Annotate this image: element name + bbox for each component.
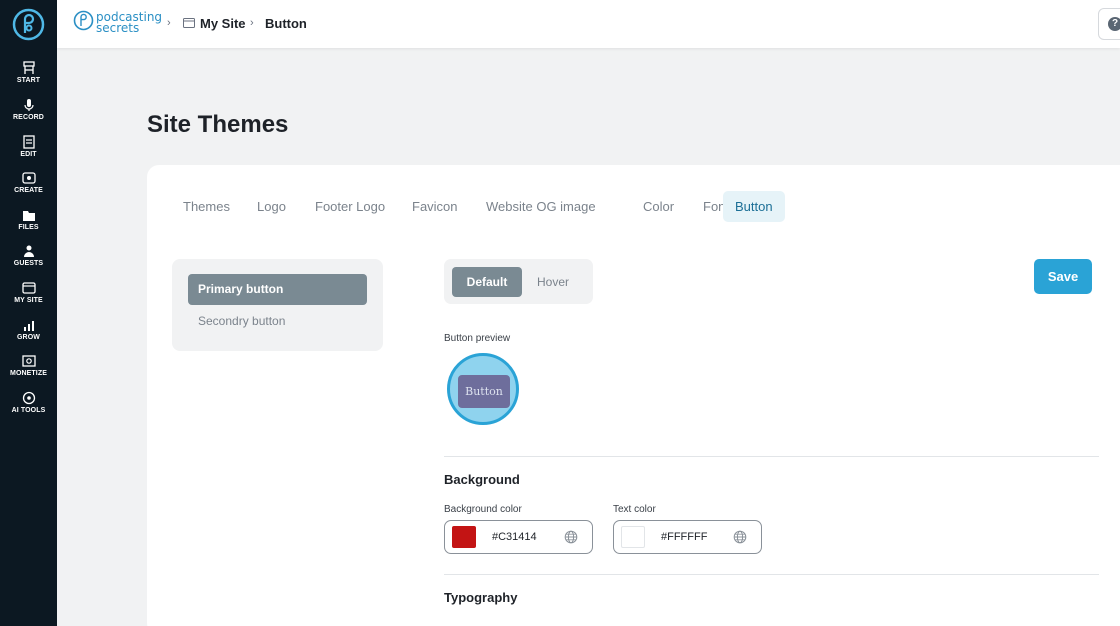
background-color-field[interactable]: #C31414 xyxy=(444,520,593,554)
text-color-swatch[interactable] xyxy=(621,526,645,548)
tab-themes[interactable]: Themes xyxy=(171,191,242,222)
divider xyxy=(444,574,1099,575)
nav-create[interactable]: CREATE xyxy=(0,171,57,194)
breadcrumb-my-site[interactable]: My Site xyxy=(200,16,246,31)
text-color-label: Text color xyxy=(613,504,656,515)
tab-logo[interactable]: Logo xyxy=(245,191,298,222)
secondary-button-option[interactable]: Secondry button xyxy=(188,306,367,337)
help-icon: ? xyxy=(1108,17,1120,31)
tab-button[interactable]: Button xyxy=(723,191,785,222)
nav-monetize[interactable]: MONETIZE xyxy=(0,354,57,377)
primary-button-option[interactable]: Primary button xyxy=(188,274,367,305)
folder-icon xyxy=(183,18,195,28)
microphone-icon xyxy=(23,99,34,111)
tab-color[interactable]: Color xyxy=(631,191,686,222)
create-icon xyxy=(21,172,36,184)
nav-ai-tools[interactable]: AI TOOLS xyxy=(0,391,57,414)
brand-text-line2: secrets xyxy=(96,21,140,35)
preview-button: Button xyxy=(458,375,510,408)
background-color-value[interactable]: #C31414 xyxy=(492,531,537,543)
background-color-label: Background color xyxy=(444,504,522,515)
grow-icon xyxy=(23,321,34,331)
nav-my-site[interactable]: MY SITE xyxy=(0,281,57,304)
text-color-field[interactable]: #FFFFFF xyxy=(613,520,762,554)
typography-section-title: Typography xyxy=(444,590,518,605)
help-button[interactable]: ? xyxy=(1098,8,1120,40)
nav-edit[interactable]: EDIT xyxy=(0,135,57,158)
globe-icon[interactable] xyxy=(733,530,747,544)
chevron-right-icon: › xyxy=(250,17,254,29)
hover-state-option[interactable]: Hover xyxy=(524,267,582,297)
breadcrumb-button: Button xyxy=(265,16,307,31)
sidebar: START RECORD EDIT CREATE FILES GUESTS MY… xyxy=(0,0,57,626)
nav-record[interactable]: RECORD xyxy=(0,98,57,121)
edit-icon xyxy=(22,135,35,149)
guests-icon xyxy=(23,245,34,257)
text-color-value[interactable]: #FFFFFF xyxy=(661,531,707,543)
top-header: podcasting secrets › My Site › Button ? xyxy=(57,0,1120,48)
divider xyxy=(444,456,1099,457)
save-button[interactable]: Save xyxy=(1034,259,1092,294)
background-color-swatch[interactable] xyxy=(452,526,476,548)
podcasting-secrets-logo-icon[interactable] xyxy=(12,8,45,41)
my-site-icon xyxy=(21,282,36,294)
ai-tools-icon xyxy=(22,391,35,405)
globe-icon[interactable] xyxy=(564,530,578,544)
state-toggle: Default Hover xyxy=(444,259,593,304)
tab-footer-logo[interactable]: Footer Logo xyxy=(303,191,397,222)
nav-start[interactable]: START xyxy=(0,61,57,84)
button-type-panel: Primary button Secondry button xyxy=(172,259,383,351)
default-state-option[interactable]: Default xyxy=(452,267,522,297)
chevron-right-icon: › xyxy=(167,17,171,29)
button-preview-label: Button preview xyxy=(444,333,511,344)
background-section-title: Background xyxy=(444,472,520,487)
start-icon xyxy=(22,61,35,74)
tab-favicon[interactable]: Favicon xyxy=(400,191,470,222)
button-preview: Button xyxy=(447,353,519,425)
nav-grow[interactable]: GROW xyxy=(0,318,57,341)
monetize-icon xyxy=(21,355,36,367)
nav-guests[interactable]: GUESTS xyxy=(0,244,57,267)
page-title: Site Themes xyxy=(147,111,289,138)
nav-files[interactable]: FILES xyxy=(0,208,57,231)
tab-website-og-image[interactable]: Website OG image xyxy=(474,191,608,222)
brand-mark-icon xyxy=(73,10,94,31)
settings-card: Themes Logo Footer Logo Favicon Website … xyxy=(147,165,1120,626)
files-icon xyxy=(22,211,35,221)
brand-logo[interactable]: podcasting secrets xyxy=(73,9,169,37)
